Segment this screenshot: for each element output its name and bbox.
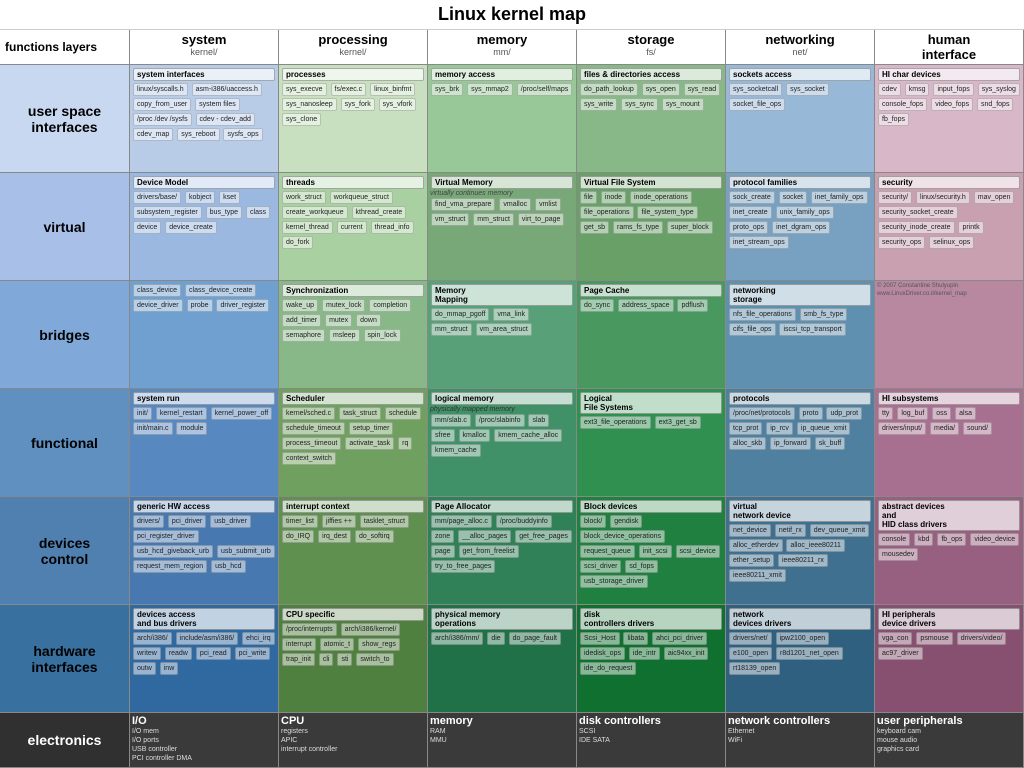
col-memory: memory mm/ [428, 30, 577, 64]
label-bridges: bridges [0, 281, 130, 388]
cell-functional-storage: Logical File Systems ext3_file_operation… [577, 389, 726, 496]
cell-electronics-io: I/O I/O mem I/O ports USB controller PCI… [130, 713, 279, 767]
cell-electronics-memory: memory RAM MMU [428, 713, 577, 767]
cell-hardware-human: HI peripherals device drivers vga_con ps… [875, 605, 1024, 712]
cell-devices-storage: Block devices block/ gendisk block_devic… [577, 497, 726, 604]
fl-label: functions layers [0, 30, 130, 64]
row-bridges: bridges class_device class_device_create… [0, 281, 1024, 389]
row-electronics: electronics I/O I/O mem I/O ports USB co… [0, 713, 1024, 768]
cell-devices-human: abstract devices and HID class drivers c… [875, 497, 1024, 604]
cell-electronics-disk: disk controllers SCSI IDE SATA [577, 713, 726, 767]
cell-hardware-storage: disk controllers drivers Scsi_Host libat… [577, 605, 726, 712]
cell-functional-system: system run init/ kernel_restart kernel_p… [130, 389, 279, 496]
cell-functional-human: HI subsystems tty log_buf oss alsa drive… [875, 389, 1024, 496]
label-user-space: user space interfaces [0, 65, 130, 172]
cell-electronics-net: network controllers Ethernet WiFi [726, 713, 875, 767]
cell-bridges-processing: Synchronization wake_up mutex_lock compl… [279, 281, 428, 388]
cell-virtual-processing: threads work_struct workqueue_struct cre… [279, 173, 428, 280]
cell-user-networking: sockets access sys_socketcall sys_socket… [726, 65, 875, 172]
cell-functional-memory: logical memory physically mapped memory … [428, 389, 577, 496]
row-functional: functional system run init/ kernel_resta… [0, 389, 1024, 497]
cell-bridges-memory: Memory Mapping do_mmap_pgoff vma_link mm… [428, 281, 577, 388]
label-hardware: hardware interfaces [0, 605, 130, 712]
cell-devices-networking: virtual network device net_device netif_… [726, 497, 875, 604]
label-virtual: virtual [0, 173, 130, 280]
main-container: Linux kernel map functions layers system… [0, 0, 1024, 768]
cell-virtual-memory: Virtual Memory virtually continues memor… [428, 173, 577, 280]
row-user-space: user space interfaces system interfaces … [0, 65, 1024, 173]
cell-bridges-storage: Page Cache do_sync address_space pdflush [577, 281, 726, 388]
cell-virtual-storage: Virtual File System file inode inode_ope… [577, 173, 726, 280]
label-functional: functional [0, 389, 130, 496]
cell-functional-networking: protocols /proc/net/protocols proto udp_… [726, 389, 875, 496]
cell-bridges-system: class_device class_device_create device_… [130, 281, 279, 388]
cell-user-storage: files & directories access do_path_looku… [577, 65, 726, 172]
col-system: system kernel/ [130, 30, 279, 64]
cell-devices-processing: interrupt context timer_list jiffies ++ … [279, 497, 428, 604]
cell-user-processing: processes sys_execve fs/exec.c linux_bin… [279, 65, 428, 172]
cell-user-memory: memory access sys_brk sys_mmap2 /proc/se… [428, 65, 577, 172]
cell-hardware-networking: network devices drivers drivers/net/ ipw… [726, 605, 875, 712]
cell-virtual-human: security security/ linux/security.h mav_… [875, 173, 1024, 280]
cell-user-system: system interfaces linux/syscalls.h asm-i… [130, 65, 279, 172]
col-storage: storage fs/ [577, 30, 726, 64]
cell-electronics-peripherals: user peripherals keyboard cam mouse audi… [875, 713, 1024, 767]
cell-user-human: HI char devices cdev kmsg input_fops sys… [875, 65, 1024, 172]
cell-virtual-system: Device Model drivers/base/ kobject kset … [130, 173, 279, 280]
col-networking: networking net/ [726, 30, 875, 64]
label-devices: devices control [0, 497, 130, 604]
cell-virtual-networking: protocol families sock_create socket ine… [726, 173, 875, 280]
cell-bridges-human: © 2007 Constantine Shulyupin www.LinuxDr… [875, 281, 1024, 388]
cell-electronics-cpu: CPU registers APIC interrupt controller [279, 713, 428, 767]
page-title: Linux kernel map [0, 0, 1024, 30]
row-virtual: virtual Device Model drivers/base/ kobje… [0, 173, 1024, 281]
cell-hardware-memory: physical memory operations arch/i386/mm/… [428, 605, 577, 712]
row-hardware: hardware interfaces devices access and b… [0, 605, 1024, 713]
col-human: human interface [875, 30, 1024, 64]
label-electronics: electronics [0, 713, 130, 767]
column-headers: functions layers system kernel/ processi… [0, 30, 1024, 65]
cell-bridges-networking: networking storage nfs_file_operations s… [726, 281, 875, 388]
grid-wrapper: functions layers system kernel/ processi… [0, 30, 1024, 768]
cell-devices-system: generic HW access drivers/ pci_driver us… [130, 497, 279, 604]
cell-functional-processing: Scheduler kernel/sched.c task_struct sch… [279, 389, 428, 496]
content-rows: user space interfaces system interfaces … [0, 65, 1024, 768]
row-devices: devices control generic HW access driver… [0, 497, 1024, 605]
col-processing: processing kernel/ [279, 30, 428, 64]
cell-hardware-system: devices access and bus drivers arch/i386… [130, 605, 279, 712]
cell-devices-memory: Page Allocator mm/page_alloc.c /proc/bud… [428, 497, 577, 604]
cell-hardware-processing: CPU specific /proc/interrupts arch/i386/… [279, 605, 428, 712]
